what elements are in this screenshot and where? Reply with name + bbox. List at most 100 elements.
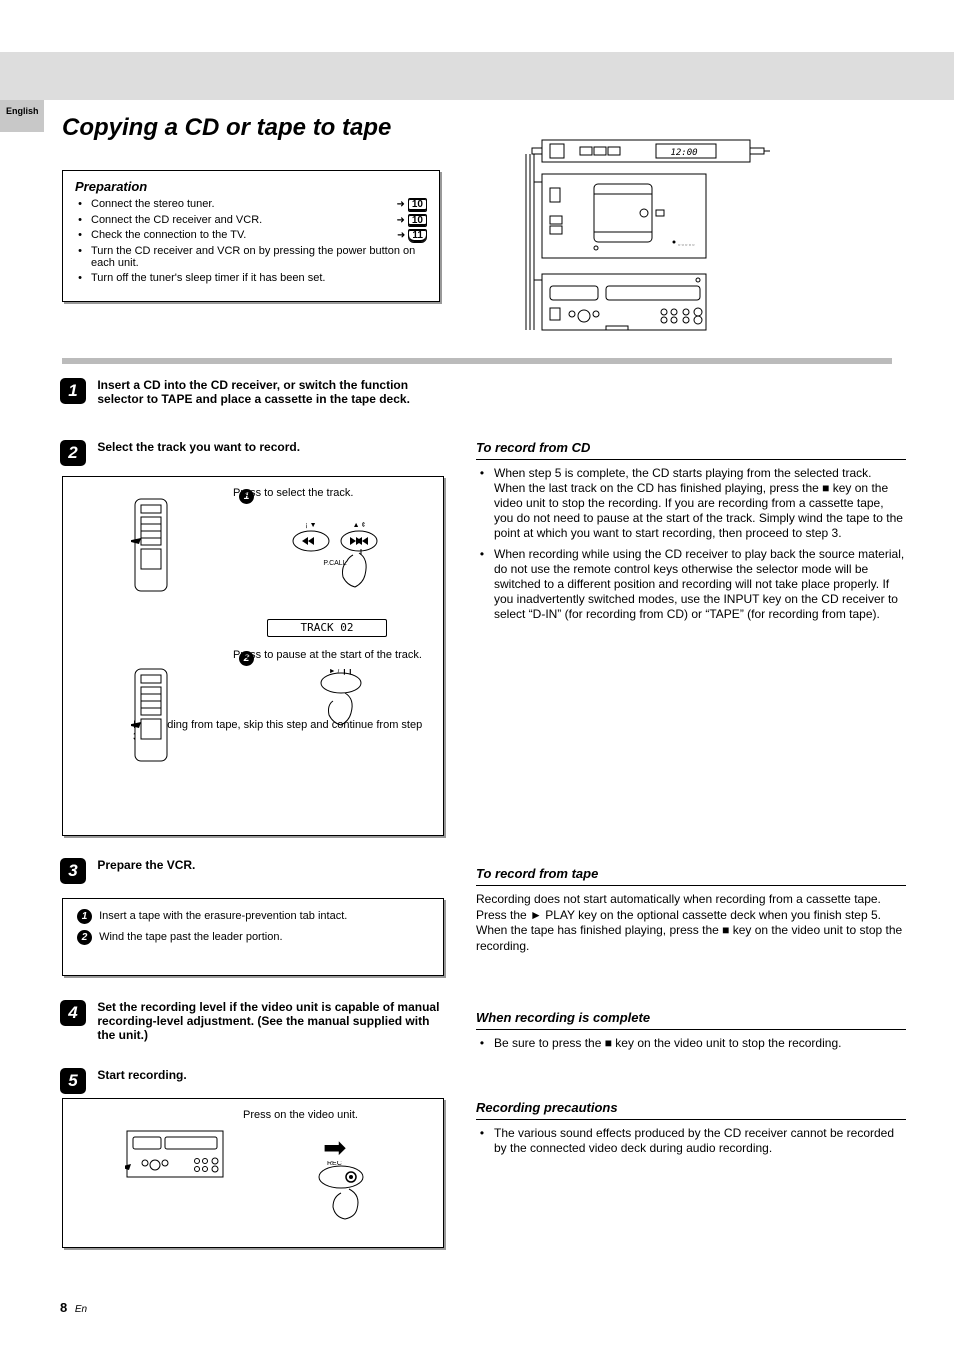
page-ref: 11 [397,229,427,243]
divider [476,1119,906,1120]
page-title: Copying a CD or tape to tape [62,114,391,142]
record-from-tape-section: To record from tape Recording does not s… [476,866,906,954]
page-ref: 10 [396,214,427,228]
substep-text: Press to select the track. [233,487,429,499]
svg-text:► / ❙❙: ► / ❙❙ [329,669,354,675]
bullet-icon: • [476,466,488,541]
bullet-icon: • [476,1036,488,1051]
prev-next-buttons-icon: ¡ ▼ ▲ ¢ P.CALL [281,517,401,607]
list-item: • Turn off the tuner's sleep timer if it… [75,272,427,285]
step-badge: 4 [60,1000,86,1026]
bullet-icon: • [75,198,85,211]
list-item: • Check the connection to the TV. 11 [75,229,427,243]
step-title: Set the recording level if the video uni… [97,1000,447,1042]
step-title: Prepare the VCR. [97,858,195,872]
step-2: 2 Select the track you want to record. [60,440,300,466]
vcr-front-icon [125,1129,225,1183]
page-ref-number: 10 [408,198,427,212]
list-item: • Connect the stereo tuner. 10 [75,198,427,212]
step-5-text: Press on the video unit. [243,1109,429,1121]
list-item: • Connect the CD receiver and VCR. 10 [75,214,427,228]
lcd-display: TRACK 02 [267,619,387,637]
step-3-panel: 1 Insert a tape with the erasure-prevent… [62,898,444,976]
section-text: Recording does not start automatically w… [476,892,906,954]
clock-display: 12:00 [670,148,697,158]
list-item-text: Check the connection to the TV. [91,229,391,242]
substep-text: Press to pause at the start of the track… [233,649,429,661]
bullet-icon: • [476,1126,488,1156]
page-ref: 10 [396,198,427,212]
play-pause-button-icon: ► / ❙❙ [311,669,391,729]
step-4: 4 Set the recording level if the video u… [60,1000,447,1042]
language-tab [0,100,44,132]
step-badge: 3 [60,858,86,884]
step-title: Select the track you want to record. [97,440,300,454]
section-heading: When recording is complete [476,1010,906,1025]
remote-control-icon [131,667,171,767]
recording-precautions-section: Recording precautions • The various soun… [476,1100,906,1162]
hifi-stack-icon: 12:00 ○ ○ ○ ○ ○ [506,130,776,340]
section-divider [62,358,892,364]
step-badge: 1 [60,378,86,404]
bullet-icon: • [75,229,85,242]
list-item-text: Turn off the tuner's sleep timer if it h… [91,272,427,285]
section-heading: Recording precautions [476,1100,906,1115]
remote-control-icon [131,497,171,597]
svg-text:○ ○ ○ ○ ○: ○ ○ ○ ○ ○ [678,242,695,247]
list-item-text: Connect the CD receiver and VCR. [91,214,390,227]
preparation-box: Preparation • Connect the stereo tuner. … [62,170,440,302]
page-ref-number: 11 [408,229,427,243]
list-item-text: Connect the stereo tuner. [91,198,390,211]
step-badge: 5 [60,1068,86,1094]
page-number: 8 En [60,1300,87,1315]
step-1: 1 Insert a CD into the CD receiver, or s… [60,378,447,406]
language-tab-label: English [6,106,39,116]
bullet-icon: • [476,547,488,622]
arrow-right-icon [397,229,406,242]
bullet-icon: • [75,245,85,258]
arrow-right-icon: ➡ [323,1131,346,1164]
step-title: Insert a CD into the CD receiver, or swi… [97,378,447,406]
list-item: • The various sound effects produced by … [476,1126,906,1156]
list-item-text: The various sound effects produced by th… [494,1126,906,1156]
step-5: 5 Start recording. [60,1068,187,1094]
list-item-text: When step 5 is complete, the CD starts p… [494,466,906,541]
substep-row: 1 Insert a tape with the erasure-prevent… [77,909,429,924]
list-item-text: Turn the CD receiver and VCR on by press… [91,245,427,270]
rec-button-icon: REC [307,1161,397,1221]
svg-text:¡ ▼: ¡ ▼ [305,522,316,529]
section-heading: To record from CD [476,440,906,455]
arrow-right-icon [396,198,405,211]
arrow-right-icon [396,214,405,227]
list-item: • When step 5 is complete, the CD starts… [476,466,906,541]
step-title: Start recording. [97,1068,186,1082]
list-item: • Be sure to press the ■ key on the vide… [476,1036,906,1051]
substep-badge: 2 [77,930,92,945]
list-item-text: When recording while using the CD receiv… [494,547,906,622]
system-diagram: 12:00 ○ ○ ○ ○ ○ [506,130,776,340]
substep-row: 2 Wind the tape past the leader portion. [77,930,429,945]
preparation-list: • Connect the stereo tuner. 10 • Connect… [75,198,427,284]
list-item: • When recording while using the CD rece… [476,547,906,622]
step-5-panel: Press on the video unit. ➡ REC [62,1098,444,1248]
page-ref-number: 10 [408,214,427,228]
bullet-icon: • [75,272,85,285]
substep-badge: 1 [77,909,92,924]
section-heading: To record from tape [476,866,906,881]
step-3: 3 Prepare the VCR. [60,858,195,884]
list-item-text: Be sure to press the ■ key on the video … [494,1036,906,1051]
rec-label: REC [327,1161,342,1167]
page-number-value: 8 [60,1300,67,1315]
substep-text: Wind the tape past the leader portion. [99,931,282,943]
list-item: • Turn the CD receiver and VCR on by pre… [75,245,427,270]
divider [476,885,906,886]
header-band [0,52,954,100]
divider [476,1029,906,1030]
preparation-heading: Preparation [75,179,427,194]
bullet-icon: • [75,214,85,227]
record-from-cd-section: To record from CD • When step 5 is compl… [476,440,906,628]
substep-text: Insert a tape with the erasure-preventio… [99,910,347,922]
svg-text:▲ ¢: ▲ ¢ [353,522,366,529]
step-badge: 2 [60,440,86,466]
page-model: En [75,1304,87,1315]
